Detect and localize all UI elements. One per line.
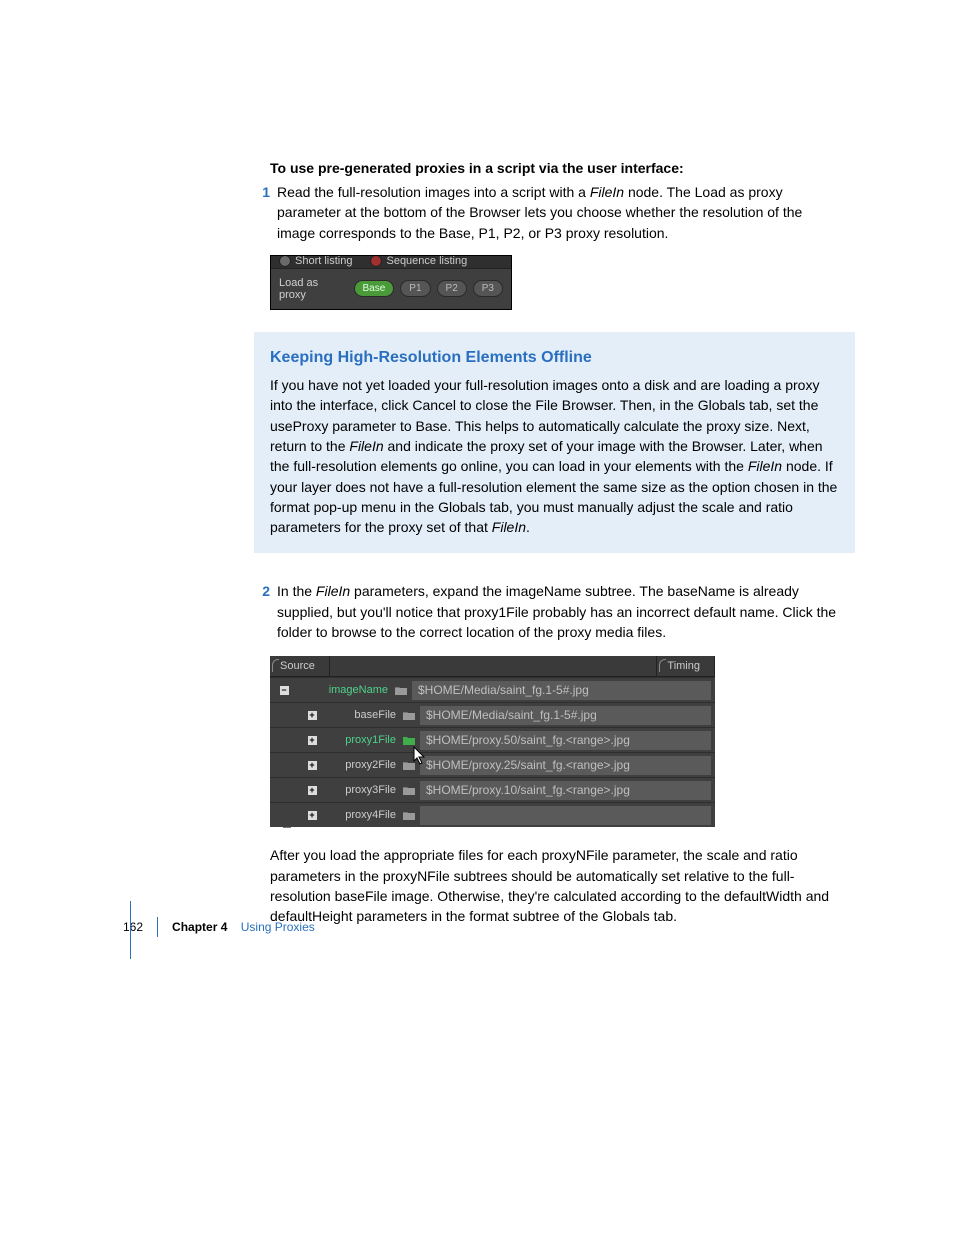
proxy-base-button[interactable]: Base — [354, 280, 395, 297]
text: Read the full-resolution images into a s… — [277, 184, 590, 200]
proxy-p1-button[interactable]: P1 — [400, 280, 430, 297]
filein-term: FileIn — [349, 438, 383, 454]
param-label: imageName — [318, 684, 392, 696]
folder-icon[interactable] — [400, 710, 418, 721]
step-number: 1 — [252, 182, 277, 243]
load-as-proxy-row: Load as proxy Base P1 P2 P3 — [271, 269, 511, 309]
expand-icon[interactable]: + — [308, 736, 317, 745]
section-heading: To use pre-generated proxies in a script… — [270, 160, 839, 176]
footer-rule — [130, 901, 131, 959]
row-imagename: − imageName $HOME/Media/saint_fg.1-5#.jp… — [270, 677, 715, 702]
chapter-title: Using Proxies — [241, 920, 315, 934]
callout-box: Keeping High-Resolution Elements Offline… — [254, 332, 855, 554]
collapse-icon[interactable]: − — [280, 686, 289, 695]
param-value[interactable]: $HOME/Media/saint_fg.1-5#.jpg — [420, 706, 711, 725]
proxy-p3-button[interactable]: P3 — [473, 280, 503, 297]
filein-term: FileIn — [492, 519, 526, 535]
param-label: proxy4File — [326, 809, 400, 821]
step-body: Read the full-resolution images into a s… — [277, 182, 839, 243]
row-proxy4file: + proxy4File — [270, 802, 715, 827]
tab-source[interactable]: Source — [270, 656, 330, 676]
folder-icon[interactable] — [400, 760, 418, 771]
proxy-p2-button[interactable]: P2 — [437, 280, 467, 297]
short-listing-label: Short listing — [295, 256, 352, 267]
param-value[interactable]: $HOME/proxy.10/saint_fg.<range>.jpg — [420, 781, 711, 800]
step-1: 1 Read the full-resolution images into a… — [270, 182, 839, 243]
param-label: proxy1File — [326, 734, 400, 746]
load-as-proxy-label: Load as proxy — [279, 277, 344, 301]
callout-title: Keeping High-Resolution Elements Offline — [270, 346, 839, 369]
sequence-listing-label: Sequence listing — [386, 256, 467, 267]
row-proxy3file: + proxy3File $HOME/proxy.10/saint_fg.<ra… — [270, 777, 715, 802]
chapter-number: Chapter 4 — [172, 920, 227, 934]
row-proxy2file: + proxy2File $HOME/proxy.25/saint_fg.<ra… — [270, 752, 715, 777]
folder-icon[interactable] — [400, 785, 418, 796]
page-footer: 162 Chapter 4 Using Proxies — [123, 917, 315, 937]
expand-icon[interactable]: + — [308, 811, 317, 820]
param-value[interactable]: $HOME/proxy.50/saint_fg.<range>.jpg — [420, 731, 711, 750]
text: . — [526, 519, 530, 535]
expand-icon[interactable]: + — [308, 761, 317, 770]
folder-icon[interactable] — [400, 810, 418, 821]
row-basefile: + baseFile $HOME/Media/saint_fg.1-5#.jpg — [270, 702, 715, 727]
step-body: In the FileIn parameters, expand the ima… — [277, 581, 839, 642]
param-label: baseFile — [326, 709, 400, 721]
text: parameters, expand the imageName subtree… — [277, 583, 836, 640]
expand-icon[interactable]: + — [308, 786, 317, 795]
filein-term: FileIn — [316, 583, 350, 599]
param-value[interactable]: $HOME/Media/saint_fg.1-5#.jpg — [412, 681, 711, 700]
toolbar-top: Short listing Sequence listing — [271, 256, 511, 269]
row-proxy1file: + proxy1File $HOME/proxy.50/saint_fg.<ra… — [270, 727, 715, 752]
param-label: proxy3File — [326, 784, 400, 796]
tabs: Source Timing — [270, 656, 715, 677]
param-value[interactable] — [420, 806, 711, 825]
chapter-label: Chapter 4 Using Proxies — [158, 920, 315, 934]
screenshot-load-as-proxy: Short listing Sequence listing Load as p… — [270, 255, 512, 310]
page-number: 162 — [123, 917, 158, 937]
text: In the — [277, 583, 316, 599]
step-number: 2 — [252, 581, 277, 642]
param-value[interactable]: $HOME/proxy.25/saint_fg.<range>.jpg — [420, 756, 711, 775]
paragraph: After you load the appropriate files for… — [270, 845, 839, 926]
folder-icon[interactable] — [392, 685, 410, 696]
expand-icon[interactable]: + — [308, 711, 317, 720]
filein-term: FileIn — [748, 458, 782, 474]
filein-term: FileIn — [590, 184, 624, 200]
folder-icon[interactable] — [400, 735, 418, 746]
tab-timing[interactable]: Timing — [656, 656, 715, 676]
step-2: 2 In the FileIn parameters, expand the i… — [270, 581, 839, 642]
param-label: proxy2File — [326, 759, 400, 771]
screenshot-parameter-tree: Source Timing − imageName $HOME/Media/sa… — [270, 656, 715, 827]
